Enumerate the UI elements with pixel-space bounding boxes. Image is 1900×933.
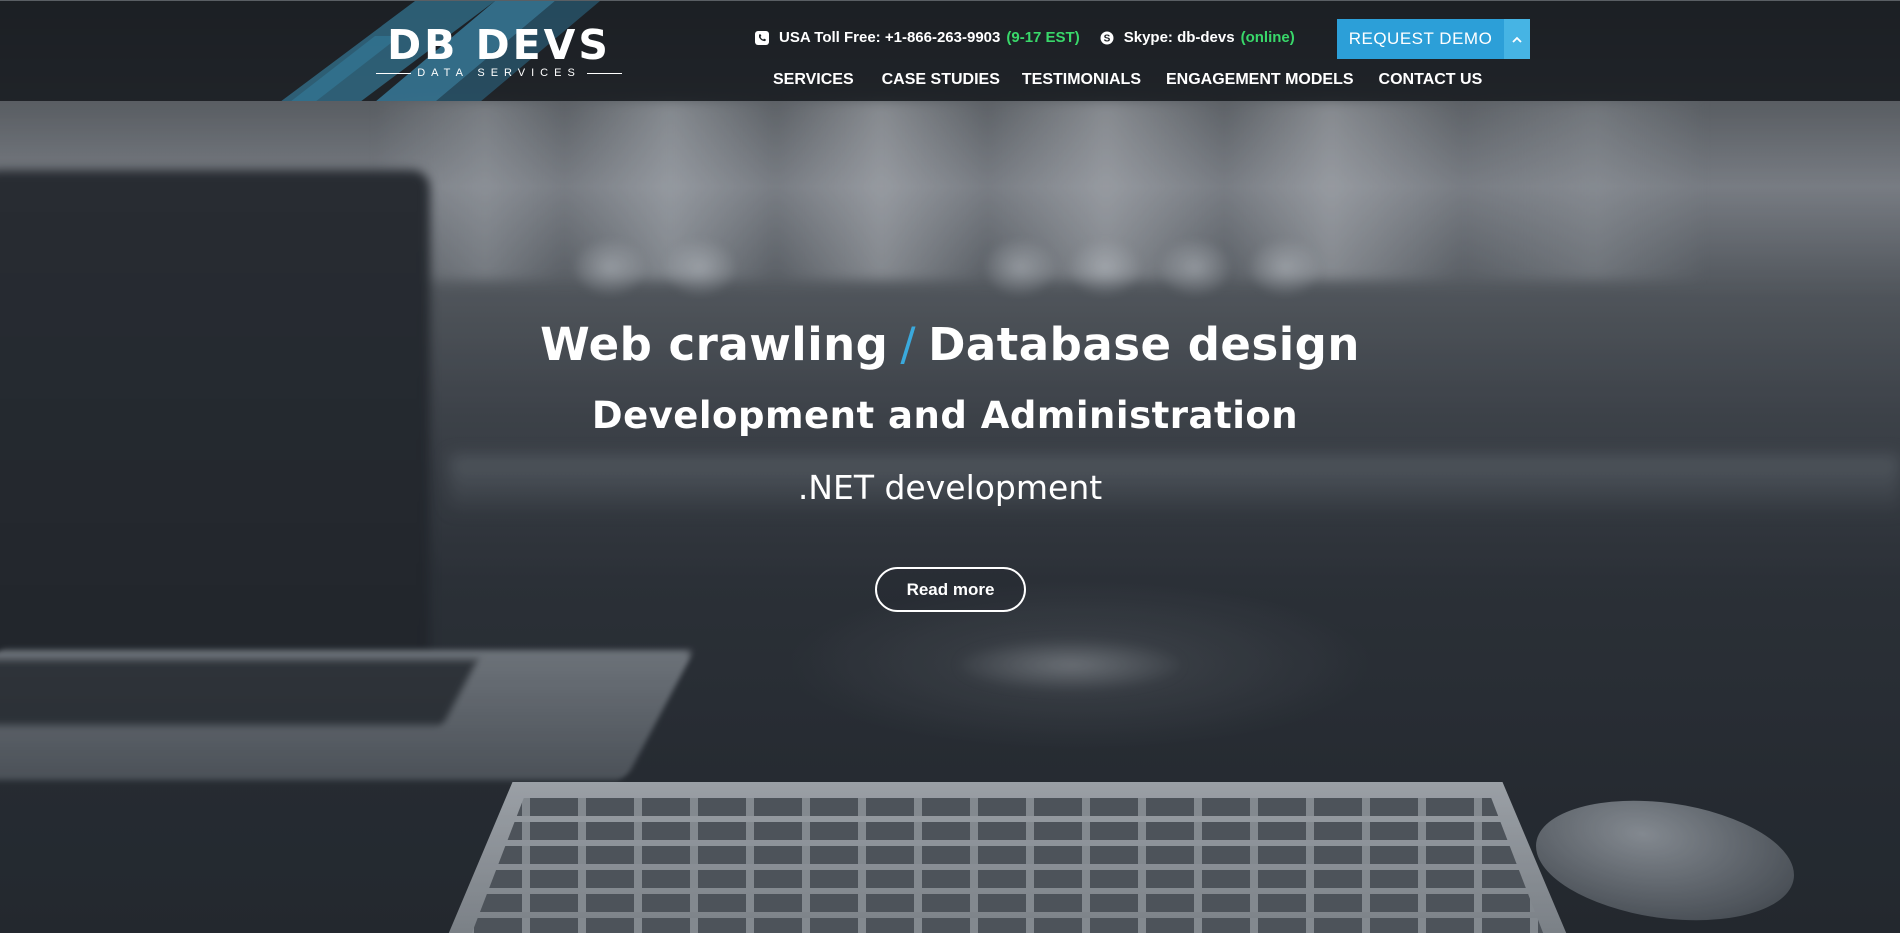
headline-separator: / [900, 318, 917, 371]
site-header: DB DEVS DATA SERVICES USA Toll Free: +1-… [0, 0, 1900, 101]
nav-item-contact-us[interactable]: CONTACT US [1379, 71, 1483, 89]
headline-left: Web crawling [540, 318, 889, 371]
skype-contact[interactable]: S Skype: db-devs (online) [1100, 29, 1295, 46]
phone-hours: (9-17 EST) [1006, 29, 1080, 46]
phone-icon [755, 30, 769, 45]
request-demo-button[interactable]: REQUEST DEMO [1337, 19, 1530, 59]
hero-tertiary: .NET development [797, 468, 1103, 507]
hero-headline: Web crawling / Database design [0, 318, 1900, 371]
skype-label: Skype: db-devs [1123, 29, 1235, 46]
logo-tagline-text: DATA SERVICES [417, 67, 581, 79]
hero-subline: Development and Administration [591, 394, 1299, 437]
nav-item-testimonials[interactable]: TESTIMONIALS [1022, 71, 1141, 89]
nav-item-services[interactable]: SERVICES [773, 71, 854, 89]
read-more-button[interactable]: Read more [875, 567, 1026, 612]
contact-bar: USA Toll Free: +1-866-263-9903 (9-17 EST… [755, 29, 1295, 46]
hero-overlay [0, 0, 1900, 933]
hero-background [0, 0, 1900, 933]
headline-right: Database design [928, 318, 1360, 371]
nav-item-case-studies[interactable]: CASE STUDIES [882, 71, 1000, 89]
request-demo-label: REQUEST DEMO [1348, 29, 1493, 48]
svg-text:S: S [1103, 33, 1110, 44]
main-nav: SERVICES CASE STUDIES TESTIMONIALS ENGAG… [773, 71, 1482, 89]
logo-wordmark: DB DEVS [387, 21, 611, 69]
skype-status: (online) [1240, 29, 1295, 46]
skype-icon: S [1100, 31, 1114, 44]
chevron-up-icon[interactable] [1504, 19, 1530, 59]
phone-label: USA Toll Free: +1-866-263-9903 [779, 29, 1001, 46]
logo[interactable]: DB DEVS DATA SERVICES [370, 25, 628, 79]
phone-contact[interactable]: USA Toll Free: +1-866-263-9903 (9-17 EST… [755, 29, 1080, 46]
nav-item-engagement-models[interactable]: ENGAGEMENT MODELS [1166, 71, 1354, 89]
